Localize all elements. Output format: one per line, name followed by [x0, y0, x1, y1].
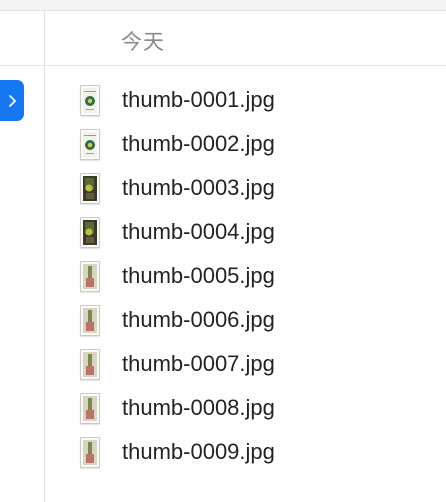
file-name: thumb-0003.jpg [122, 175, 275, 200]
divider [0, 65, 44, 66]
image-file-icon [80, 348, 100, 380]
image-file-icon [80, 392, 100, 424]
image-file-icon [80, 84, 100, 116]
file-name: thumb-0009.jpg [122, 439, 275, 464]
file-name: thumb-0001.jpg [122, 87, 275, 112]
file-row[interactable]: thumb-0002.jpg [80, 122, 275, 166]
image-file-icon [80, 260, 100, 292]
file-name: thumb-0005.jpg [122, 263, 275, 288]
toolbar-strip [0, 0, 446, 11]
image-file-icon [80, 216, 100, 248]
expand-sidebar-button[interactable] [0, 80, 24, 121]
file-row[interactable]: thumb-0004.jpg [80, 210, 275, 254]
image-file-icon [80, 172, 100, 204]
file-row[interactable]: thumb-0003.jpg [80, 166, 275, 210]
file-row[interactable]: thumb-0001.jpg [80, 78, 275, 122]
file-row[interactable]: thumb-0009.jpg [80, 430, 275, 474]
file-name: thumb-0008.jpg [122, 395, 275, 420]
file-name: thumb-0002.jpg [122, 131, 275, 156]
file-name: thumb-0007.jpg [122, 351, 275, 376]
file-row[interactable]: thumb-0005.jpg [80, 254, 275, 298]
file-row[interactable]: thumb-0008.jpg [80, 386, 275, 430]
file-name: thumb-0004.jpg [122, 219, 275, 244]
image-file-icon [80, 128, 100, 160]
image-file-icon [80, 436, 100, 468]
file-list: thumb-0001.jpg thumb-0002.jpg thumb-0003… [80, 78, 275, 474]
file-row[interactable]: thumb-0006.jpg [80, 298, 275, 342]
file-name: thumb-0006.jpg [122, 307, 275, 332]
finder-window: 今天 thumb-0001.jpg thumb-0002.jpg thumb-0… [0, 0, 446, 502]
image-file-icon [80, 304, 100, 336]
chevron-right-icon [9, 94, 16, 107]
group-title: 今天 [121, 31, 165, 54]
file-row[interactable]: thumb-0007.jpg [80, 342, 275, 386]
group-header-today: 今天 [45, 11, 446, 66]
